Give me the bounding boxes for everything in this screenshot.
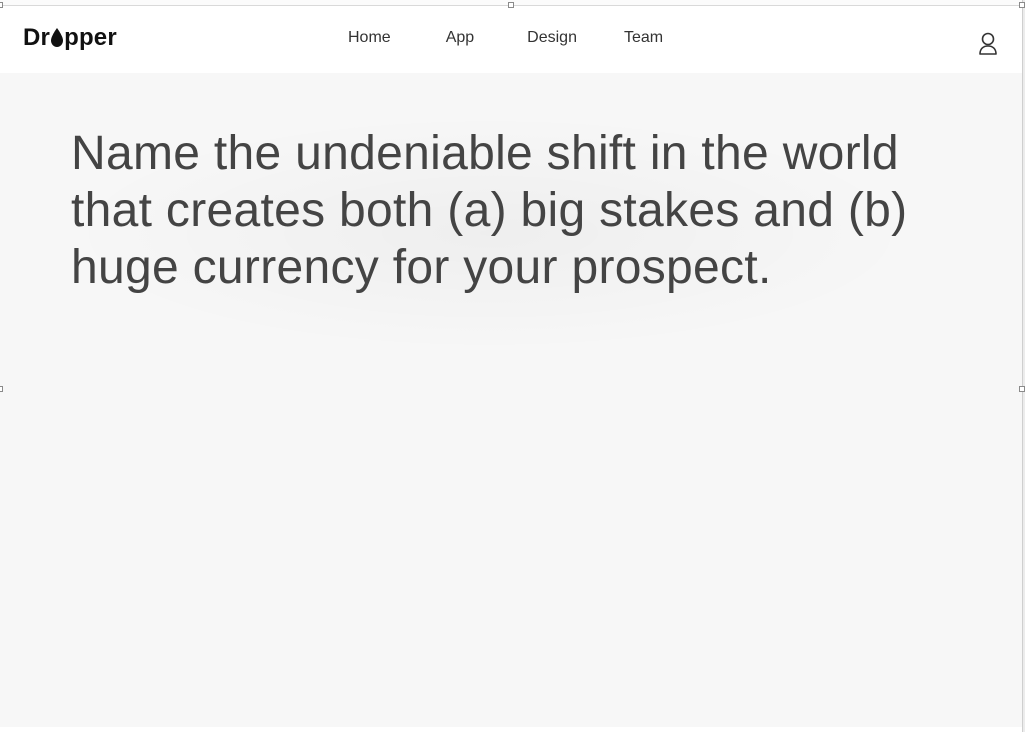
- droplet-icon: [51, 27, 64, 47]
- logo-text-prefix: Dr: [23, 24, 51, 51]
- nav-home[interactable]: Home: [348, 28, 391, 48]
- resize-handle-right[interactable]: [1019, 386, 1025, 392]
- hero-section: Name the undeniable shift in the world t…: [0, 73, 1022, 727]
- canvas-bottom-strip: [0, 727, 1022, 732]
- nav-design[interactable]: Design: [527, 28, 577, 48]
- navbar: Dr pper Home App Design Team: [0, 6, 1022, 73]
- page-frame: Dr pper Home App Design Team Name the un…: [0, 5, 1022, 727]
- logo-text-suffix: pper: [64, 24, 117, 51]
- user-icon: [979, 32, 997, 55]
- brand-logo[interactable]: Dr pper: [23, 24, 117, 51]
- resize-handle-left[interactable]: [0, 386, 3, 392]
- nav-team[interactable]: Team: [624, 28, 663, 48]
- main-nav: Home App Design Team: [348, 28, 663, 48]
- user-account-button[interactable]: [975, 30, 1001, 58]
- resize-handle-top[interactable]: [508, 2, 514, 8]
- resize-handle-top-right[interactable]: [1019, 2, 1025, 8]
- nav-app[interactable]: App: [446, 28, 474, 48]
- hero-headline[interactable]: Name the undeniable shift in the world t…: [71, 125, 971, 296]
- resize-handle-top-left[interactable]: [0, 2, 3, 8]
